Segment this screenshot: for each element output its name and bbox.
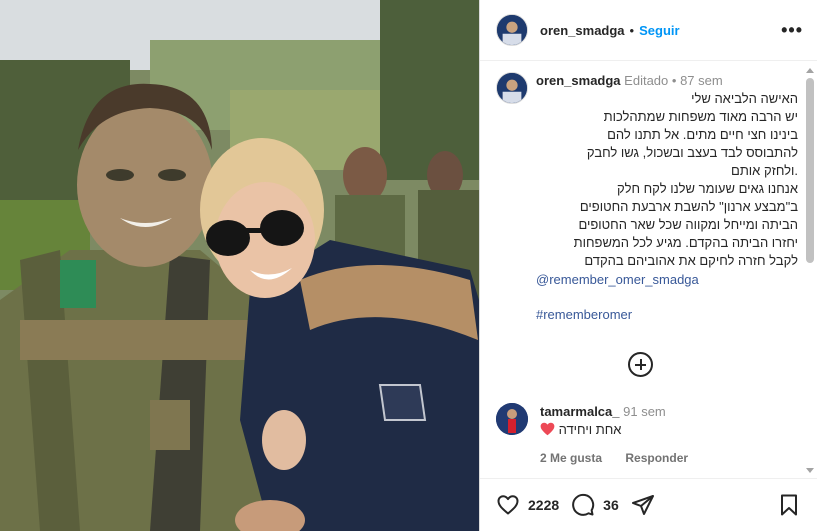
post-side-panel: oren_smadga • Seguir ••• oren_smadga Edi… <box>479 0 817 531</box>
caption-username[interactable]: oren_smadga <box>536 73 621 88</box>
scroll-up-icon[interactable] <box>806 68 814 73</box>
heart-icon <box>497 495 519 515</box>
comment-meta: tamarmalca_ 91 sem <box>540 403 708 421</box>
load-more-comments-icon[interactable] <box>628 352 653 377</box>
scroll-down-icon[interactable] <box>806 468 814 473</box>
follow-button[interactable]: Seguir <box>639 23 679 38</box>
header-username[interactable]: oren_smadga <box>540 23 625 38</box>
header-separator: • <box>629 22 635 38</box>
comment-text-row: אחת ויחידה <box>540 421 708 439</box>
red-heart-icon <box>540 422 555 436</box>
comment-text: אחת ויחידה <box>558 422 622 437</box>
caption-avatar-image <box>497 73 527 103</box>
save-button[interactable] <box>777 493 801 517</box>
comment-likes[interactable]: 2 Me gusta <box>540 451 602 465</box>
paper-plane-icon <box>631 495 654 515</box>
caption-line: .ולחזק אותם <box>731 163 798 178</box>
comment-item: tamarmalca_ 91 sem אחת ויחידה 2 Me gusta… <box>496 403 708 465</box>
caption-line: ב"מבצע ארנון" להשבת ארבעת החטופים <box>579 199 798 214</box>
photo-image <box>0 0 479 531</box>
scrollbar-thumb[interactable] <box>806 78 814 263</box>
caption-line: הביתה ומייחל ומקווה שכל שאר החטופים <box>578 217 798 232</box>
scrollbar[interactable] <box>806 68 814 473</box>
hashtag-link[interactable]: #rememberomer <box>536 306 798 324</box>
comment-button[interactable]: 36 <box>571 493 619 517</box>
post-photo[interactable] <box>0 0 479 531</box>
reply-button[interactable]: Responder <box>625 451 688 465</box>
comment-bubble-icon <box>572 493 595 516</box>
caption-line: לקבל חזרה לחיקם את אהוביהם בהקדם <box>584 253 798 268</box>
comment-avatar-image <box>496 403 528 435</box>
comment-avatar[interactable] <box>496 403 528 435</box>
like-button[interactable]: 2228 <box>496 493 559 517</box>
post-header: oren_smadga • Seguir ••• <box>480 0 817 61</box>
post-dialog: oren_smadga • Seguir ••• oren_smadga Edi… <box>0 0 817 531</box>
caption-line: להתבוסס לבד בעצב ובשכול, גשו לחבק <box>586 145 798 160</box>
comment-body: tamarmalca_ 91 sem אחת ויחידה 2 Me gusta… <box>540 403 708 465</box>
post-actions-bar: 2228 36 <box>480 478 817 531</box>
caption-body: oren_smadga Editado • 87 sem האישה הלביא… <box>536 72 798 324</box>
comments-count[interactable]: 36 <box>603 497 619 513</box>
caption-separator: • <box>671 73 677 88</box>
profile-avatar[interactable] <box>496 14 528 46</box>
caption-line: יש הרבה מאוד משפחות שמתהלכות <box>603 109 798 124</box>
caption-age[interactable]: 87 sem <box>680 73 723 88</box>
caption-line: אנחנו גאים שעומר שלנו לקח חלק <box>617 181 798 196</box>
comment-age: 91 sem <box>623 404 666 419</box>
mention-link[interactable]: @remember_omer_smadga <box>536 271 798 289</box>
likes-count[interactable]: 2228 <box>528 497 559 513</box>
share-button[interactable] <box>631 493 655 517</box>
comment-actions: 2 Me gusta Responder <box>540 451 708 465</box>
caption-line: בינינו חצי חיים מתים. אל תתנו להם <box>607 127 798 142</box>
avatar-image <box>497 15 527 45</box>
post-caption: oren_smadga Editado • 87 sem האישה הלביא… <box>480 62 817 324</box>
more-options-icon[interactable]: ••• <box>781 21 803 39</box>
caption-meta: oren_smadga Editado • 87 sem <box>536 72 798 90</box>
bookmark-icon <box>781 494 797 516</box>
caption-avatar[interactable] <box>496 72 528 104</box>
comment-username[interactable]: tamarmalca_ <box>540 404 620 419</box>
caption-line: יחזרו הביתה בהקדם. מגיע לכל המשפחות <box>573 235 798 250</box>
caption-line: האישה הלביאה שלי <box>691 91 798 106</box>
caption-edited: Editado <box>624 73 669 88</box>
comments-scroll-area[interactable]: oren_smadga Editado • 87 sem האישה הלביא… <box>480 62 817 470</box>
